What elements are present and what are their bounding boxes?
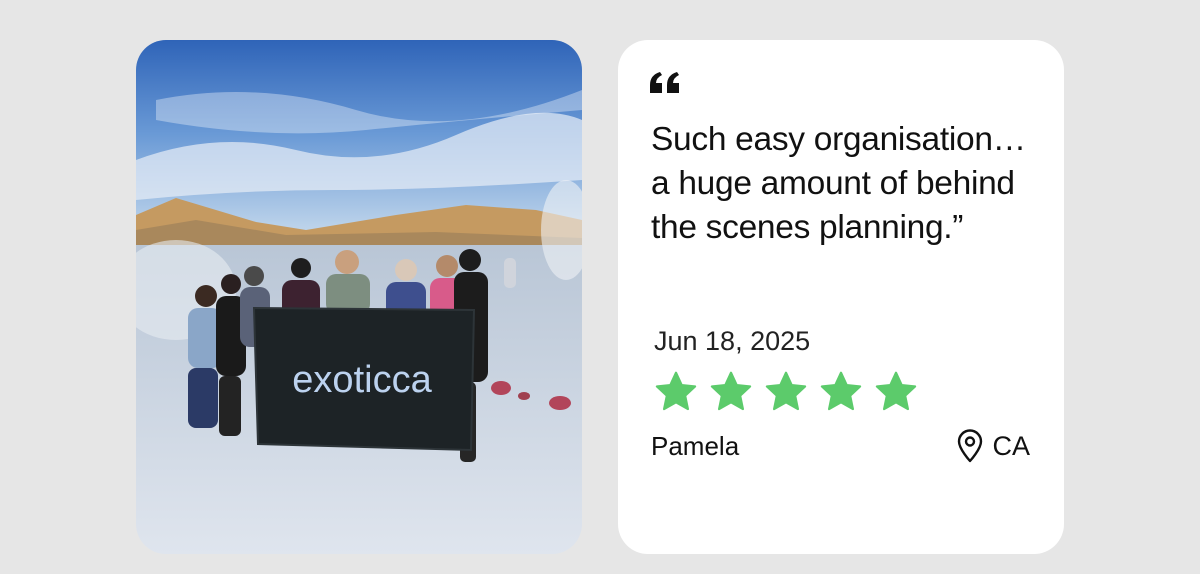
exoticca-banner: exoticca (252, 306, 476, 452)
star-icon (765, 371, 807, 411)
location-text: CA (992, 430, 1030, 461)
reviewer-name: Pamela (651, 431, 740, 461)
star-icon (820, 371, 862, 411)
reviewer-location: CA (956, 429, 1030, 463)
review-text: Such easy organisation… a huge amount of… (651, 121, 1026, 246)
review-card: Such easy organisation… a huge amount of… (618, 40, 1064, 554)
star-icon (655, 371, 697, 411)
star-icon (875, 371, 917, 411)
banner-text: exoticca (292, 359, 432, 401)
star-icon (710, 371, 752, 411)
review-photo: exoticca (136, 40, 582, 554)
quote-icon (650, 72, 679, 93)
review-date: Jun 18, 2025 (654, 326, 811, 356)
location-pin-icon (958, 429, 983, 463)
group-travel-photo: exoticca (136, 40, 582, 554)
star-rating (654, 370, 918, 414)
